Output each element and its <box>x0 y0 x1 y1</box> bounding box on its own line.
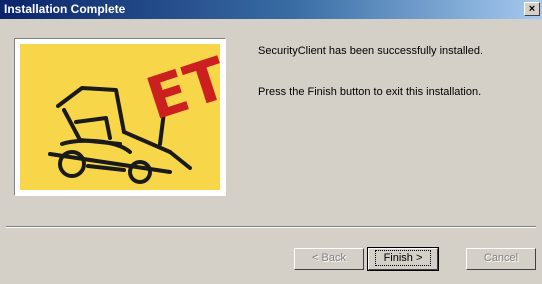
instruction-message: Press the Finish button to exit this ins… <box>258 86 482 98</box>
title-bar[interactable]: Installation Complete × <box>0 0 542 19</box>
back-button[interactable]: < Back <box>294 248 364 270</box>
finish-button-label: Finish > <box>374 250 432 266</box>
cancel-button[interactable]: Cancel <box>466 248 536 270</box>
close-icon: × <box>528 3 536 15</box>
close-button[interactable]: × <box>524 2 540 16</box>
cancel-button-label: Cancel <box>483 252 519 264</box>
forklift-logo-icon: ET <box>20 44 235 190</box>
logo-panel: ET <box>14 38 235 196</box>
finish-button[interactable]: Finish > <box>367 247 439 271</box>
back-button-label: < Back <box>312 252 346 264</box>
separator <box>6 226 536 228</box>
window-title: Installation Complete <box>4 2 126 16</box>
success-message: SecurityClient has been successfully ins… <box>258 45 484 57</box>
installer-dialog: Installation Complete × ET SecurityClien… <box>0 0 542 284</box>
logo-text: ET <box>139 44 220 133</box>
